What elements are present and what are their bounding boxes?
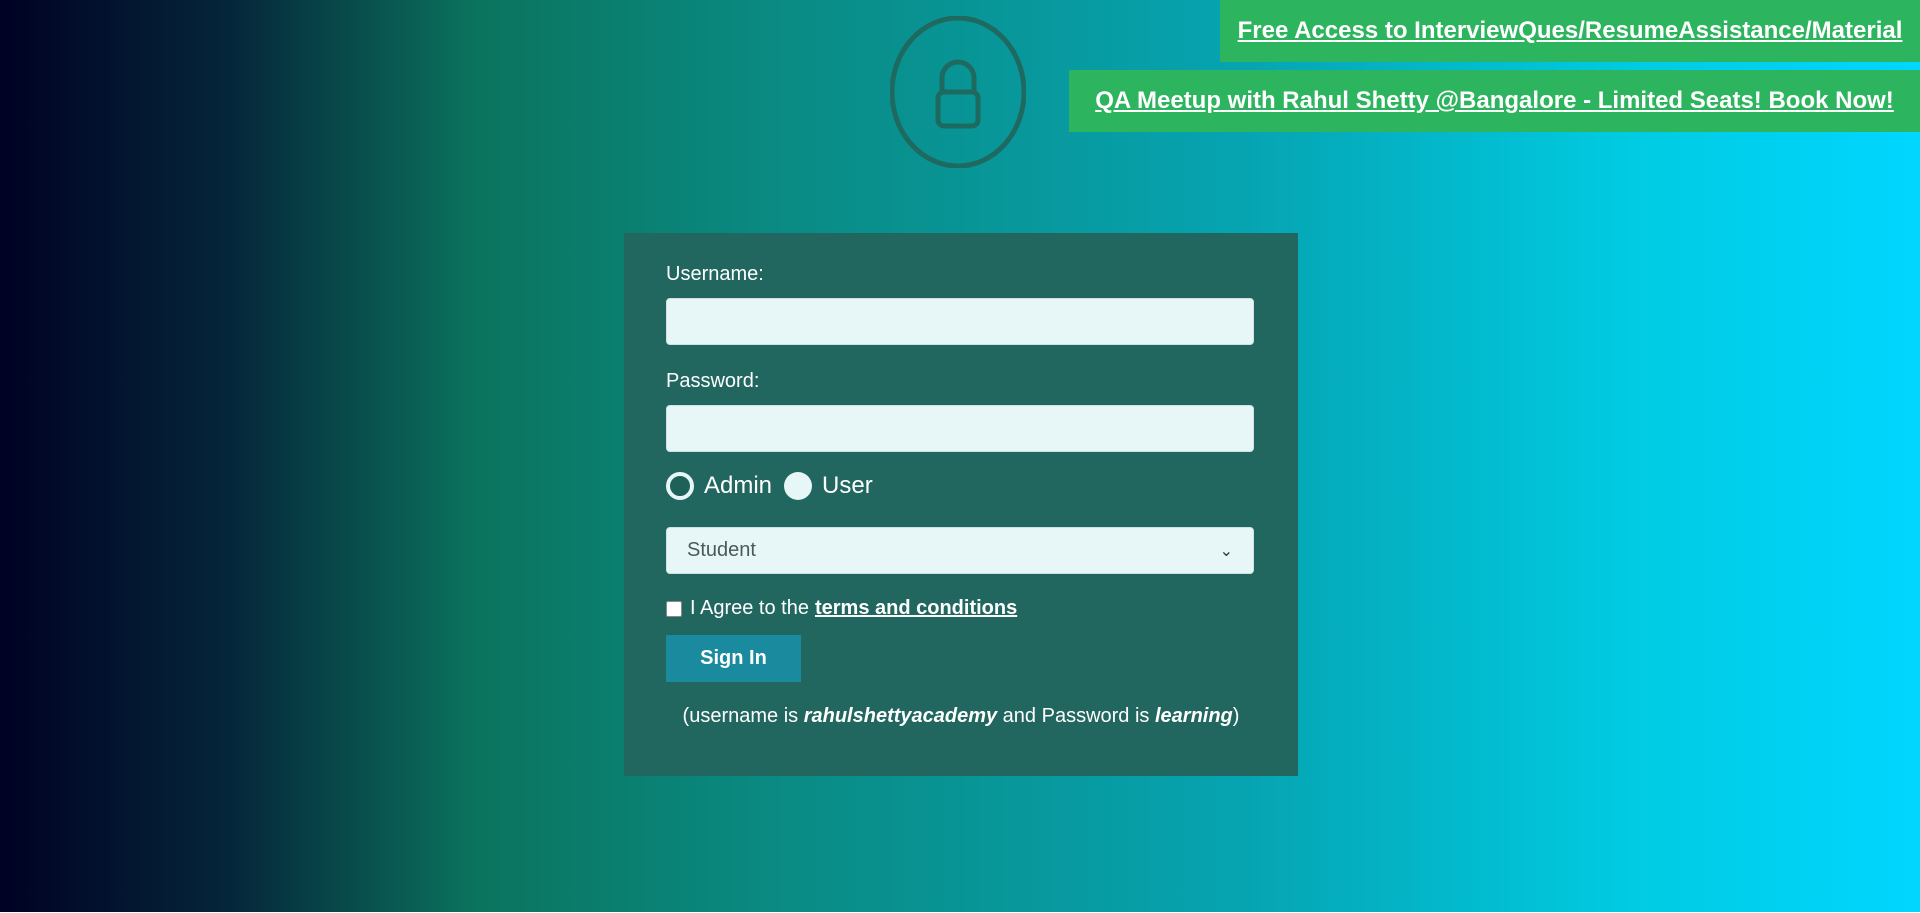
credentials-hint: (username is rahulshettyacademy and Pass… — [624, 705, 1298, 728]
role-dropdown-value: Student — [687, 539, 756, 561]
admin-radio[interactable] — [666, 472, 694, 500]
chevron-down-icon: ⌄ — [1219, 542, 1233, 560]
hint-username: rahulshettyacademy — [803, 705, 998, 727]
username-label: Username: — [666, 263, 764, 285]
terms-checkbox[interactable] — [666, 600, 682, 617]
admin-radio-label: Admin — [704, 472, 773, 499]
user-radio-label: User — [822, 472, 873, 499]
username-input[interactable] — [666, 298, 1254, 345]
role-radio-group: Admin User — [666, 470, 885, 502]
hint-middle: and Password is — [997, 705, 1155, 727]
password-label: Password: — [666, 370, 760, 392]
sign-in-button[interactable]: Sign In — [666, 635, 801, 682]
promo-link-free-access[interactable]: Free Access to InterviewQues/ResumeAssis… — [1220, 0, 1920, 62]
user-radio[interactable] — [784, 472, 813, 500]
terms-link[interactable]: terms and conditions — [815, 597, 1017, 620]
password-input[interactable] — [666, 405, 1254, 452]
promo-link-qa-meetup[interactable]: QA Meetup with Rahul Shetty @Bangalore -… — [1069, 70, 1920, 132]
hint-open: (username is — [682, 705, 804, 727]
login-panel: Username: Password: Admin User Student ⌄… — [624, 233, 1298, 776]
terms-row: I Agree to the terms and conditions — [666, 597, 1017, 620]
terms-prefix: I Agree to the — [690, 597, 809, 619]
lock-icon — [890, 16, 1026, 168]
role-dropdown[interactable]: Student ⌄ — [666, 527, 1254, 574]
hint-close: ) — [1232, 705, 1240, 727]
hint-password: learning — [1154, 705, 1233, 727]
